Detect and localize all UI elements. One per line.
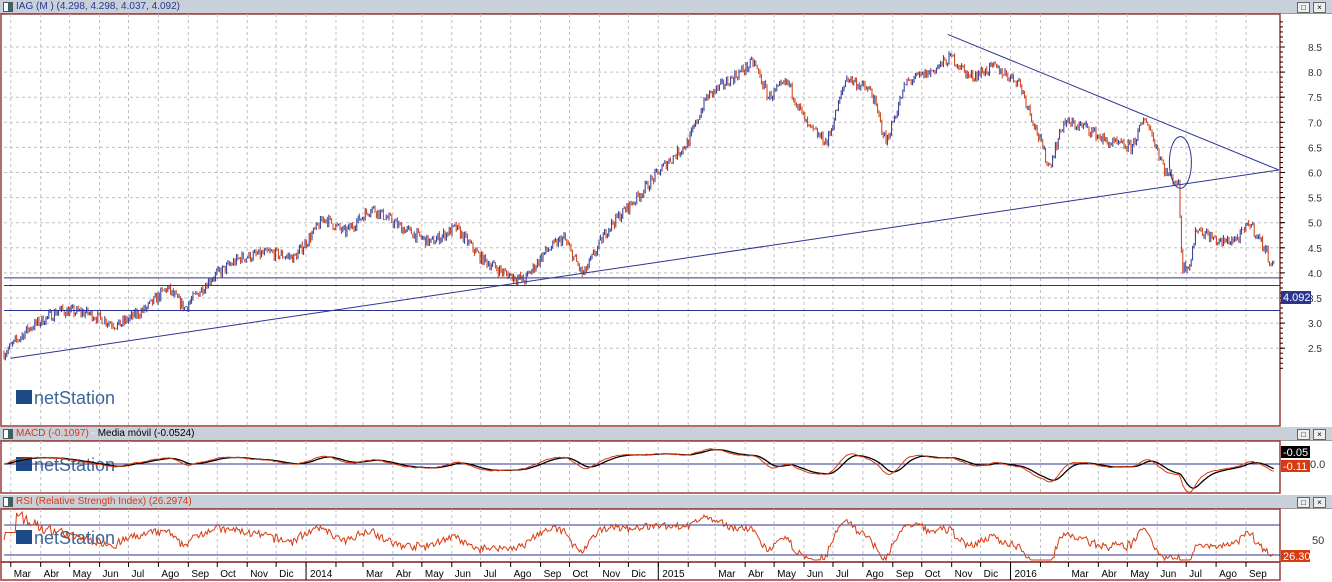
y-tick-label: 7.5 — [1308, 93, 1322, 104]
x-tick-label: Sep — [191, 569, 209, 580]
x-tick-label: Dic — [631, 569, 645, 580]
x-tick-label: Jun — [455, 569, 471, 580]
x-tick-label: Jul — [131, 569, 144, 580]
y-tick-label: 5.5 — [1308, 194, 1322, 205]
x-tick-label: Sep — [1249, 569, 1267, 580]
x-tick-label: Mar — [1071, 569, 1089, 580]
macd-badge-label: -0.11 — [1283, 461, 1307, 473]
rsi-axis-label: 50 — [1312, 535, 1324, 547]
y-tick-label: 8.5 — [1308, 43, 1322, 54]
y-tick-label: 5.0 — [1308, 219, 1322, 230]
rsi-badge-label: 26.30 — [1283, 551, 1311, 563]
y-tick-label: 4.5 — [1308, 244, 1322, 255]
x-tick-label: Jun — [103, 569, 119, 580]
x-tick-label: Dic — [984, 569, 998, 580]
x-tick-label: Jun — [1160, 569, 1176, 580]
y-tick-label: 3.0 — [1308, 319, 1322, 330]
netstation-logo-icon — [16, 390, 32, 404]
x-tick-label: Mar — [718, 569, 736, 580]
y-tick-label: 6.5 — [1308, 143, 1322, 154]
x-tick-label: Jul — [836, 569, 849, 580]
x-tick-label: Sep — [896, 569, 914, 580]
x-tick-label: 2014 — [310, 569, 333, 580]
x-tick-label: Oct — [573, 569, 589, 580]
last-price-label: 4.092 — [1283, 292, 1311, 304]
x-tick-label: Oct — [925, 569, 941, 580]
x-tick-label: Ago — [1219, 569, 1237, 580]
netstation-watermark: netStation — [34, 388, 115, 408]
x-tick-label: Abr — [748, 569, 764, 580]
x-tick-label: Jul — [484, 569, 497, 580]
x-tick-label: Jul — [1189, 569, 1202, 580]
x-tick-label: Mar — [14, 569, 32, 580]
macd-signal-line — [3, 449, 1275, 489]
x-tick-label: May — [425, 569, 444, 580]
x-tick-label: Mar — [366, 569, 384, 580]
x-tick-label: Ago — [161, 569, 179, 580]
y-tick-label: 6.0 — [1308, 169, 1322, 180]
y-tick-label: 4.0 — [1308, 269, 1322, 280]
y-tick-label: 2.5 — [1308, 344, 1322, 355]
x-tick-label: Dic — [279, 569, 293, 580]
x-tick-label: Jun — [807, 569, 823, 580]
x-tick-label: 2015 — [662, 569, 685, 580]
x-tick-label: 2016 — [1015, 569, 1038, 580]
x-tick-label: Ago — [866, 569, 884, 580]
x-tick-label: May — [73, 569, 92, 580]
x-tick-label: Nov — [955, 569, 973, 580]
x-tick-label: Sep — [544, 569, 562, 580]
chart-window: IAG (M ) (4.298, 4.298, 4.037, 4.092) □ ×… — [0, 0, 1332, 582]
y-tick-label: 8.0 — [1308, 68, 1322, 79]
x-tick-label: Nov — [250, 569, 268, 580]
x-tick-label: May — [777, 569, 796, 580]
rsi-line — [3, 510, 1274, 562]
macd-axis-label: 0.0 — [1310, 459, 1325, 471]
x-tick-label: Abr — [44, 569, 60, 580]
panel-frame — [0, 440, 1281, 494]
x-tick-label: Nov — [602, 569, 620, 580]
trend-line — [947, 33, 1280, 171]
x-tick-label: Oct — [220, 569, 236, 580]
trend-line — [10, 169, 1279, 359]
x-tick-label: Abr — [396, 569, 412, 580]
y-tick-label: 7.0 — [1308, 118, 1322, 129]
x-tick-label: Ago — [514, 569, 532, 580]
chart-svg: Mar Abr May Jun Jul Ago Sep Oct Nov Dic 2014 Mar Abr… — [0, 13, 1325, 581]
netstation-logo-icon — [16, 530, 32, 544]
x-tick-label: May — [1130, 569, 1149, 580]
signal-badge-label: -0.05 — [1283, 447, 1308, 459]
x-tick-label: Abr — [1101, 569, 1117, 580]
panel-frame — [0, 13, 1281, 427]
